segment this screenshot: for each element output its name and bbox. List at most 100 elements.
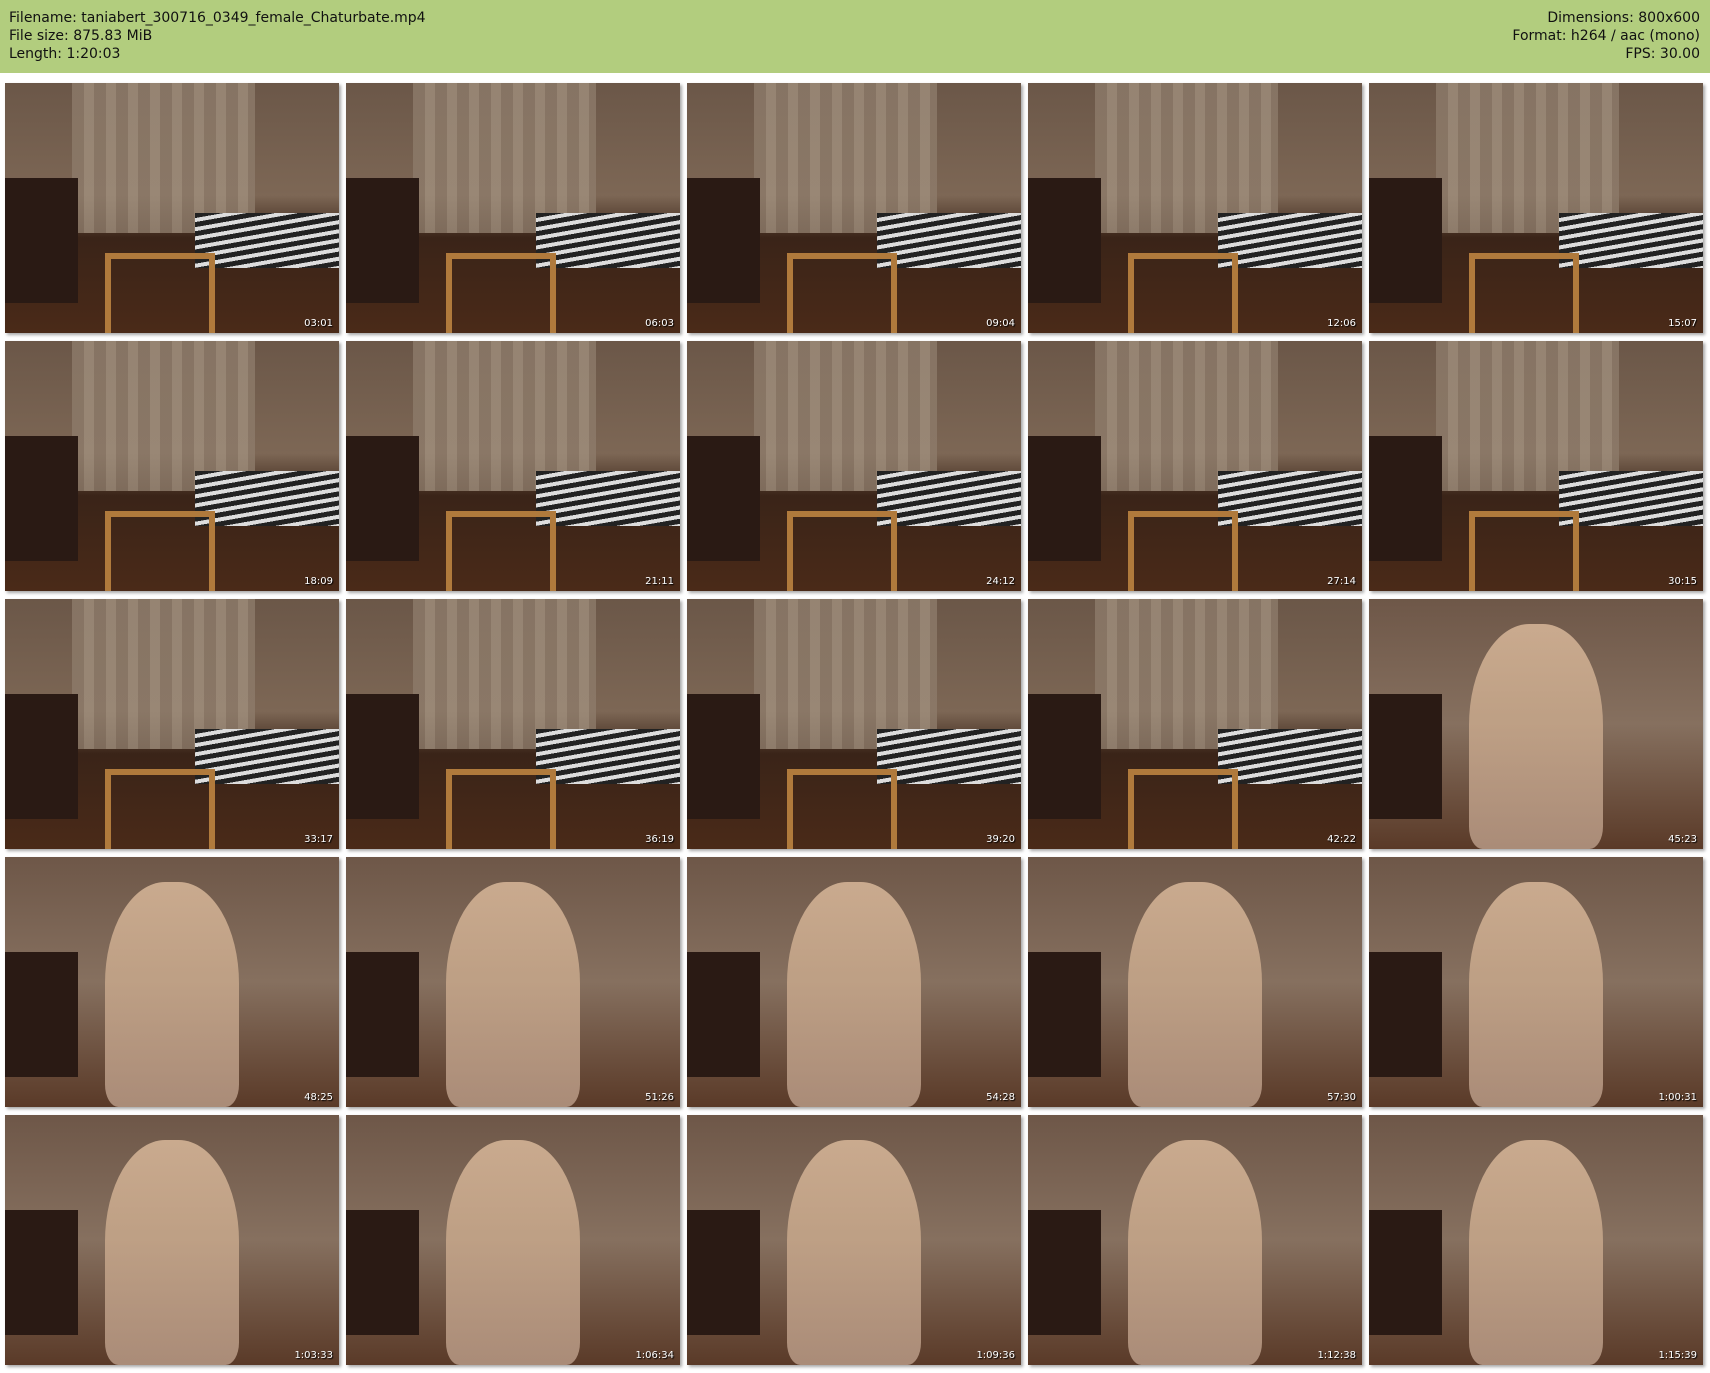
video-thumbnail: 51:26 xyxy=(346,857,680,1107)
thumbnail-timestamp: 1:09:36 xyxy=(976,1350,1015,1361)
scene-dresser xyxy=(1028,178,1102,303)
scene-bed xyxy=(1218,729,1362,784)
thumbnail-timestamp: 24:12 xyxy=(986,576,1015,587)
scene-bed xyxy=(877,471,1021,526)
video-thumbnail: 1:15:39 xyxy=(1369,1115,1703,1365)
video-thumbnail: 03:01 xyxy=(5,83,339,333)
scene-dresser xyxy=(1369,952,1443,1077)
video-thumbnail: 27:14 xyxy=(1028,341,1362,591)
scene-dresser xyxy=(687,178,761,303)
scene-curtain xyxy=(71,341,256,491)
scene-dresser xyxy=(687,1210,761,1335)
thumbnail-timestamp: 45:23 xyxy=(1668,834,1697,845)
thumbnail-timestamp: 15:07 xyxy=(1668,318,1697,329)
thumbnail-timestamp: 42:22 xyxy=(1327,834,1356,845)
video-thumbnail: 1:06:34 xyxy=(346,1115,680,1365)
scene-chair xyxy=(1469,511,1580,591)
video-thumbnail: 48:25 xyxy=(5,857,339,1107)
scene-figure xyxy=(1469,1140,1603,1365)
scene-curtain xyxy=(71,599,256,749)
thumbnail-timestamp: 33:17 xyxy=(304,834,333,845)
scene-figure xyxy=(446,1140,580,1365)
scene-curtain xyxy=(1435,83,1620,233)
scene-figure xyxy=(105,1140,239,1365)
video-thumbnail: 33:17 xyxy=(5,599,339,849)
scene-dresser xyxy=(346,178,420,303)
scene-curtain xyxy=(753,341,938,491)
video-thumbnail: 1:00:31 xyxy=(1369,857,1703,1107)
scene-dresser xyxy=(1028,694,1102,819)
filename: Filename: taniabert_300716_0349_female_C… xyxy=(9,10,426,26)
video-thumbnail: 1:12:38 xyxy=(1028,1115,1362,1365)
scene-dresser xyxy=(1369,1210,1443,1335)
scene-dresser xyxy=(5,1210,79,1335)
scene-dresser xyxy=(346,1210,420,1335)
file-info-header: Filename: taniabert_300716_0349_female_C… xyxy=(0,0,1710,73)
thumbnail-timestamp: 51:26 xyxy=(645,1092,674,1103)
length: Length: 1:20:03 xyxy=(9,46,121,62)
thumbnail-timestamp: 57:30 xyxy=(1327,1092,1356,1103)
thumbnail-timestamp: 12:06 xyxy=(1327,318,1356,329)
scene-curtain xyxy=(412,599,597,749)
scene-figure xyxy=(105,882,239,1107)
scene-curtain xyxy=(1094,341,1279,491)
video-thumbnail: 42:22 xyxy=(1028,599,1362,849)
video-thumbnail: 39:20 xyxy=(687,599,1021,849)
video-thumbnail: 1:09:36 xyxy=(687,1115,1021,1365)
scene-chair xyxy=(1128,769,1239,849)
scene-chair xyxy=(105,769,216,849)
scene-bed xyxy=(877,213,1021,268)
scene-curtain xyxy=(71,83,256,233)
scene-dresser xyxy=(346,952,420,1077)
video-thumbnail: 21:11 xyxy=(346,341,680,591)
thumbnail-timestamp: 09:04 xyxy=(986,318,1015,329)
scene-dresser xyxy=(1369,178,1443,303)
scene-chair xyxy=(105,511,216,591)
thumbnail-timestamp: 21:11 xyxy=(645,576,674,587)
thumbnail-timestamp: 30:15 xyxy=(1668,576,1697,587)
scene-bed xyxy=(1559,213,1703,268)
scene-dresser xyxy=(346,436,420,561)
scene-bed xyxy=(536,729,680,784)
format: Format: h264 / aac (mono) xyxy=(1512,28,1700,44)
scene-dresser xyxy=(346,694,420,819)
scene-chair xyxy=(1128,511,1239,591)
scene-chair xyxy=(787,511,898,591)
scene-dresser xyxy=(5,952,79,1077)
scene-bed xyxy=(536,213,680,268)
video-thumbnail: 45:23 xyxy=(1369,599,1703,849)
thumbnail-timestamp: 36:19 xyxy=(645,834,674,845)
video-thumbnail: 15:07 xyxy=(1369,83,1703,333)
scene-bed xyxy=(1218,471,1362,526)
scene-curtain xyxy=(1094,83,1279,233)
scene-bed xyxy=(195,471,339,526)
scene-chair xyxy=(105,253,216,333)
video-thumbnail: 09:04 xyxy=(687,83,1021,333)
scene-bed xyxy=(195,729,339,784)
thumbnail-timestamp: 1:00:31 xyxy=(1658,1092,1697,1103)
scene-dresser xyxy=(1028,1210,1102,1335)
thumbnail-timestamp: 18:09 xyxy=(304,576,333,587)
video-thumbnail: 06:03 xyxy=(346,83,680,333)
video-thumbnail: 12:06 xyxy=(1028,83,1362,333)
scene-bed xyxy=(195,213,339,268)
scene-bed xyxy=(1559,471,1703,526)
scene-dresser xyxy=(1369,436,1443,561)
scene-figure xyxy=(1128,1140,1262,1365)
scene-dresser xyxy=(5,436,79,561)
thumbnail-timestamp: 39:20 xyxy=(986,834,1015,845)
thumbnail-timestamp: 1:03:33 xyxy=(294,1350,333,1361)
file-size: File size: 875.83 MiB xyxy=(9,28,153,44)
scene-figure xyxy=(787,882,921,1107)
file-info-right: Dimensions: 800x600 Format: h264 / aac (… xyxy=(1512,9,1700,63)
thumbnail-timestamp: 1:15:39 xyxy=(1658,1350,1697,1361)
video-thumbnail: 54:28 xyxy=(687,857,1021,1107)
scene-bed xyxy=(536,471,680,526)
scene-chair xyxy=(446,253,557,333)
scene-dresser xyxy=(5,178,79,303)
scene-dresser xyxy=(687,436,761,561)
scene-dresser xyxy=(1028,436,1102,561)
thumbnail-timestamp: 03:01 xyxy=(304,318,333,329)
scene-figure xyxy=(1469,882,1603,1107)
scene-curtain xyxy=(1435,341,1620,491)
